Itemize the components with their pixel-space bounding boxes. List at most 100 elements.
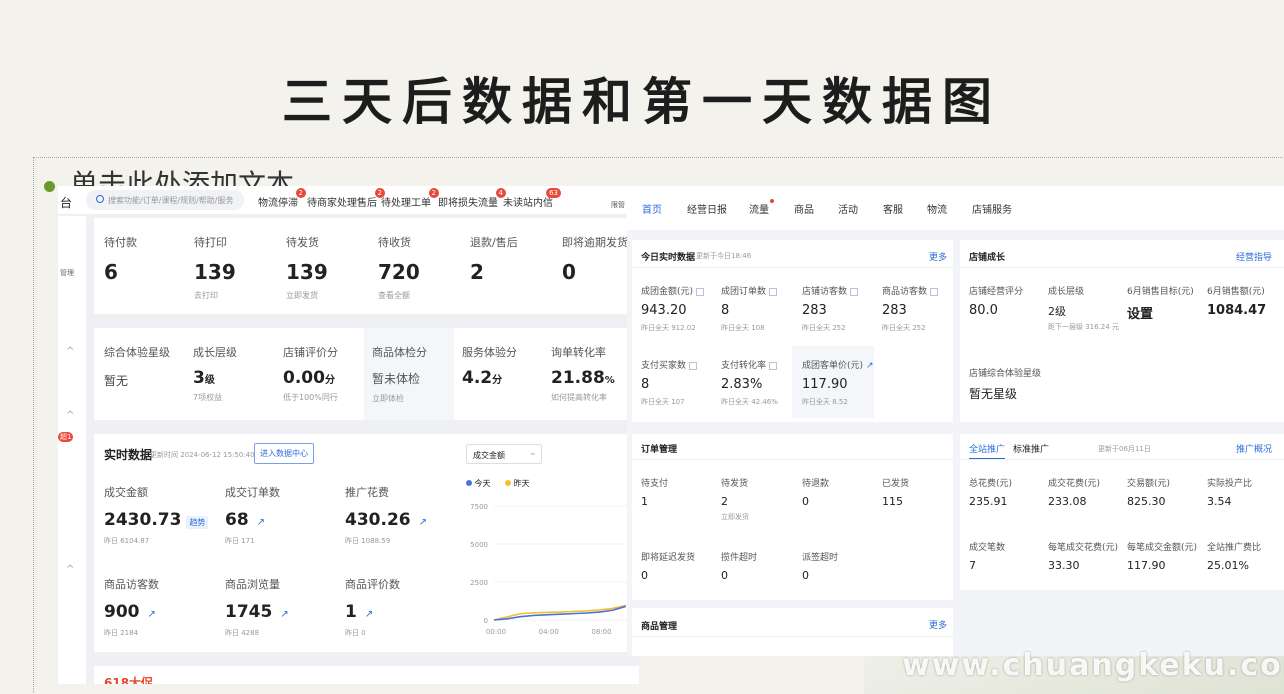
x-tick-label: 04:00 <box>539 628 559 636</box>
watermark: www.chuangkeku.com <box>902 648 1284 683</box>
panel-title: 订单管理 <box>641 445 678 455</box>
order-status-item[interactable]: 待打印 139 去打印 <box>194 234 236 301</box>
bullet-dot <box>44 181 55 192</box>
today-metric[interactable]: 店铺访客数 283 昨日全天 252 <box>802 284 859 333</box>
topbar-right-fragment: 限管 <box>611 201 625 209</box>
today-metric[interactable]: 成团客单价(元) ↗ 117.90 昨日全天 8.52 <box>802 358 874 407</box>
order-status-item[interactable]: 待收货 720 查看全额 <box>378 234 420 301</box>
growth-item: 成长层级 2级 距下一层级 316.24 元 <box>1048 287 1119 331</box>
score-item[interactable]: 成长层级 3级 7项权益 <box>193 344 237 403</box>
today-metric[interactable]: 支付转化率 2.83% 昨日全天 42.46% <box>721 358 778 407</box>
topbar-link-2[interactable]: 待处理工单 2 <box>381 188 439 209</box>
text-placeholder[interactable]: 单击此处添加文本 <box>70 166 294 188</box>
chevron-up-icon[interactable]: ^ <box>66 410 74 421</box>
realtime-metric[interactable]: 成交订单数 68 ↗ 昨日 171 <box>225 484 280 546</box>
trend-icon[interactable]: ↗ <box>419 517 427 528</box>
chevron-up-icon[interactable]: ^ <box>66 346 74 357</box>
nav-tab-daily[interactable]: 经营日报 <box>687 201 727 216</box>
promo-overview-link[interactable]: 推广概况 <box>1236 442 1272 455</box>
growth-item[interactable]: 6月销售目标(元) 设置 <box>1127 284 1194 322</box>
info-icon <box>689 361 698 370</box>
nav-tab-service[interactable]: 客服 <box>883 201 903 216</box>
realtime-updated: 更新时间 2024-06-12 15:50:40 <box>150 451 255 459</box>
search-box[interactable]: 搜索功能/订单/课程/规则/帮助/服务 <box>86 190 244 210</box>
legend-swatch <box>505 480 512 486</box>
promo-metric: 交易额(元) 825.30 <box>1127 479 1171 508</box>
score-item[interactable]: 店铺评价分 0.00分 低于100%同行 <box>283 344 338 403</box>
right-screenshot: 首页 经营日报 流量 商品 活动 客服 物流 店铺服务 今日实时数据 更新于今日… <box>627 186 1284 656</box>
topbar-link-1[interactable]: 待商家处理售后 2 <box>307 188 385 209</box>
tab-full-site-promo[interactable]: 全站推广 <box>969 442 1006 460</box>
trend-icon[interactable]: ↗ <box>365 609 373 620</box>
nav-tab-activity[interactable]: 活动 <box>838 201 858 216</box>
nav-tab-home[interactable]: 首页 <box>642 201 662 216</box>
realtime-metric[interactable]: 推广花费 430.26 ↗ 昨日 1088.59 <box>345 484 427 546</box>
y-tick-label: 7500 <box>470 503 488 511</box>
search-icon <box>96 195 104 203</box>
order-item[interactable]: 即将延迟发货 0 <box>641 550 695 582</box>
order-item[interactable]: 揽件超时 0 <box>721 550 757 582</box>
y-tick-label: 2500 <box>470 579 488 587</box>
panel-title: 店铺成长 <box>969 253 1006 263</box>
more-link[interactable]: 更多 <box>929 250 947 263</box>
nav-tab-store-service[interactable]: 店铺服务 <box>972 201 1012 216</box>
divider <box>960 267 1284 268</box>
enter-data-center-button[interactable]: 进入数据中心 <box>254 443 314 464</box>
realtime-metric[interactable]: 商品浏览量 1745 ↗ 昨日 4288 <box>225 576 289 638</box>
today-metric[interactable]: 支付买家数 8 昨日全天 107 <box>641 358 698 407</box>
score-item[interactable]: 综合体验星级 暂无 <box>104 344 170 389</box>
more-link[interactable]: 更多 <box>929 618 947 631</box>
trend-icon[interactable]: ↗ <box>257 517 265 528</box>
top-nav: 首页 经营日报 流量 商品 活动 客服 物流 店铺服务 <box>627 186 1284 230</box>
order-item[interactable]: 已发货 115 <box>882 476 909 508</box>
order-item[interactable]: 待退款 0 <box>802 476 829 508</box>
today-metric[interactable]: 商品访客数 283 昨日全天 252 <box>882 284 939 333</box>
order-item[interactable]: 待支付 1 <box>641 476 668 508</box>
realtime-metric[interactable]: 商品访客数 900 ↗ 昨日 2184 <box>104 576 159 638</box>
order-status-item[interactable]: 即将逾期发货 0 <box>562 234 628 284</box>
order-item[interactable]: 派签超时 0 <box>802 550 838 582</box>
topbar-link-4[interactable]: 未读站内信 63 <box>503 188 561 209</box>
sidebar-badge: 超1 <box>58 432 74 442</box>
order-status-item[interactable]: 待发货 139 立即发货 <box>286 234 328 301</box>
order-item[interactable]: 待发货 2 立即发货 <box>721 476 749 522</box>
today-metric[interactable]: 成团订单数 8 昨日全天 108 <box>721 284 778 333</box>
score-item[interactable]: 服务体验分 4.2分 <box>462 344 517 388</box>
trend-button[interactable]: 趋势 <box>186 516 209 529</box>
nav-tab-logistics[interactable]: 物流 <box>927 201 947 216</box>
nav-tab-traffic[interactable]: 流量 <box>749 199 774 216</box>
nav-tab-goods[interactable]: 商品 <box>794 201 814 216</box>
legend-label: 今天 <box>474 479 491 488</box>
panel-title: 今日实时数据 <box>641 253 696 263</box>
y-tick-label: 5000 <box>470 541 488 549</box>
today-metric[interactable]: 成团金额(元) 943.20 昨日全天 912.02 <box>641 284 705 333</box>
topbar-link-0[interactable]: 物流停滞 2 <box>258 188 306 209</box>
store-growth-panel: 店铺成长 经营指导 店铺经营评分 80.0 成长层级 2级 距下一层级 316.24 … <box>960 240 1284 422</box>
score-item[interactable]: 商品体检分 暂未体检 立即体检 <box>372 344 427 404</box>
x-tick-label: 00:00 <box>486 628 506 636</box>
chart-legend: 今天 昨天 <box>466 478 530 489</box>
trend-icon[interactable]: ↗ <box>148 609 156 620</box>
topbar-link-3[interactable]: 即将损失流量 4 <box>438 188 506 209</box>
chevron-up-icon[interactable]: ^ <box>66 564 74 575</box>
realtime-metric[interactable]: 成交金额 2430.73 趋势 昨日 6104.87 <box>104 484 209 546</box>
sidebar-fragment-1: 管理 <box>60 269 74 277</box>
legend-swatch <box>466 480 472 486</box>
legend-label: 昨天 <box>513 479 530 488</box>
info-icon <box>696 287 705 296</box>
trend-icon[interactable]: ↗ <box>866 361 874 371</box>
realtime-metric[interactable]: 商品评价数 1 ↗ 昨日 0 <box>345 576 400 638</box>
order-status-item[interactable]: 退款/售后 2 <box>470 234 518 284</box>
promo-metric: 成交笔数 7 <box>969 543 1006 572</box>
info-icon <box>769 361 778 370</box>
promo-metric: 实际投产比 3.54 <box>1207 479 1253 508</box>
metric-dropdown[interactable]: 成交金额 ⌄ <box>466 444 542 464</box>
order-status-item[interactable]: 待付款 6 <box>104 234 137 290</box>
panel-title: 商品管理 <box>641 622 678 632</box>
tab-standard-promo[interactable]: 标准推广 <box>1013 442 1049 455</box>
info-icon <box>930 287 939 296</box>
trend-icon[interactable]: ↗ <box>280 609 288 620</box>
guide-link[interactable]: 经营指导 <box>1236 250 1272 263</box>
chevron-down-icon: ⌄ <box>529 448 537 458</box>
score-item[interactable]: 询单转化率 21.88% 如何提高转化率 <box>551 344 615 403</box>
